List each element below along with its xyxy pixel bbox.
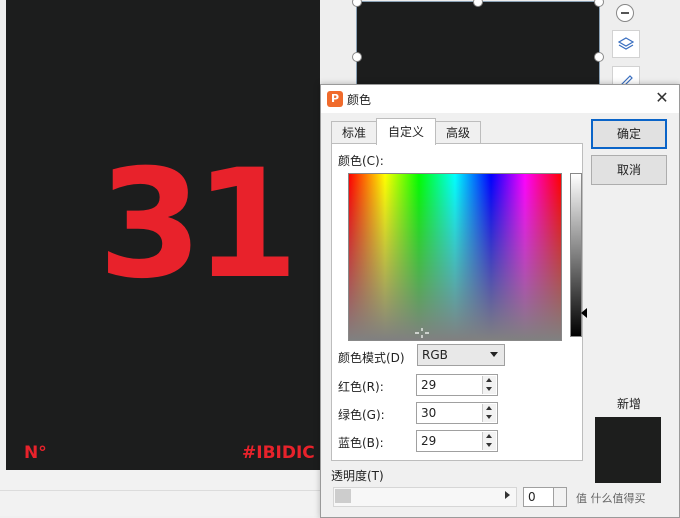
close-icon[interactable]: ✕	[651, 87, 673, 109]
green-label: 绿色(G):	[338, 408, 385, 422]
color-mode-label: 颜色模式(D)	[338, 351, 405, 365]
slide-corner-right: #IBIDIC	[242, 443, 315, 463]
opacity-stepper[interactable]	[553, 487, 567, 507]
zoom-out-icon[interactable]	[616, 4, 634, 22]
ok-button[interactable]: 确定	[591, 119, 667, 149]
opacity-value: 0	[528, 490, 536, 504]
cancel-button[interactable]: 取消	[591, 155, 667, 185]
resize-handle[interactable]	[352, 52, 362, 62]
tab-standard[interactable]: 标准	[331, 121, 377, 144]
red-stepper[interactable]	[482, 376, 496, 394]
tab-custom[interactable]: 自定义	[376, 118, 436, 145]
color-mode-select[interactable]: RGB	[417, 344, 505, 366]
app-logo-icon: P	[327, 91, 343, 107]
opacity-input[interactable]: 0	[523, 487, 555, 507]
slide-corner-left: N°	[24, 443, 47, 463]
red-value: 29	[421, 378, 437, 392]
custom-tab-panel: 颜色(C): 颜色模式(D) RGB 红色(R): 29 绿色(G): 30 蓝…	[331, 143, 587, 461]
blue-stepper[interactable]	[482, 432, 496, 450]
color-mode-value: RGB	[422, 348, 448, 362]
red-input[interactable]: 29	[416, 374, 498, 396]
opacity-slider[interactable]	[333, 487, 517, 507]
blue-value: 29	[421, 434, 437, 448]
watermark-text: 值 什么值得买	[576, 492, 646, 505]
blue-label: 蓝色(B):	[338, 436, 384, 450]
tab-advanced[interactable]: 高级	[435, 121, 481, 144]
color-label: 颜色(C):	[338, 154, 384, 168]
opacity-label: 透明度(T)	[331, 469, 384, 483]
blue-input[interactable]: 29	[416, 430, 498, 452]
new-color-preview	[595, 417, 661, 483]
resize-handle[interactable]	[594, 52, 604, 62]
red-label: 红色(R):	[338, 380, 384, 394]
slide-number: 31	[98, 138, 299, 312]
new-color-label: 新增	[617, 397, 642, 411]
divider	[0, 490, 330, 491]
green-value: 30	[421, 406, 437, 420]
luminance-pointer-icon[interactable]	[581, 308, 587, 318]
dialog-title: 颜色	[347, 93, 372, 107]
chevron-down-icon	[490, 352, 498, 357]
color-spectrum[interactable]	[348, 173, 562, 341]
green-stepper[interactable]	[482, 404, 496, 422]
chevron-right-icon[interactable]	[505, 491, 510, 499]
slide-thumbnail[interactable]: 31 N° #IBIDIC	[6, 0, 320, 470]
layers-icon[interactable]	[612, 30, 640, 58]
crosshair-icon	[415, 328, 429, 338]
dialog-titlebar[interactable]: P 颜色 ✕	[321, 85, 679, 113]
green-input[interactable]: 30	[416, 402, 498, 424]
color-dialog: P 颜色 ✕ 标准 自定义 高级 颜色(C): 颜色模式(D) RGB 红色(R…	[320, 84, 680, 518]
opacity-slider-thumb[interactable]	[335, 489, 351, 503]
selected-shape[interactable]	[356, 1, 600, 95]
